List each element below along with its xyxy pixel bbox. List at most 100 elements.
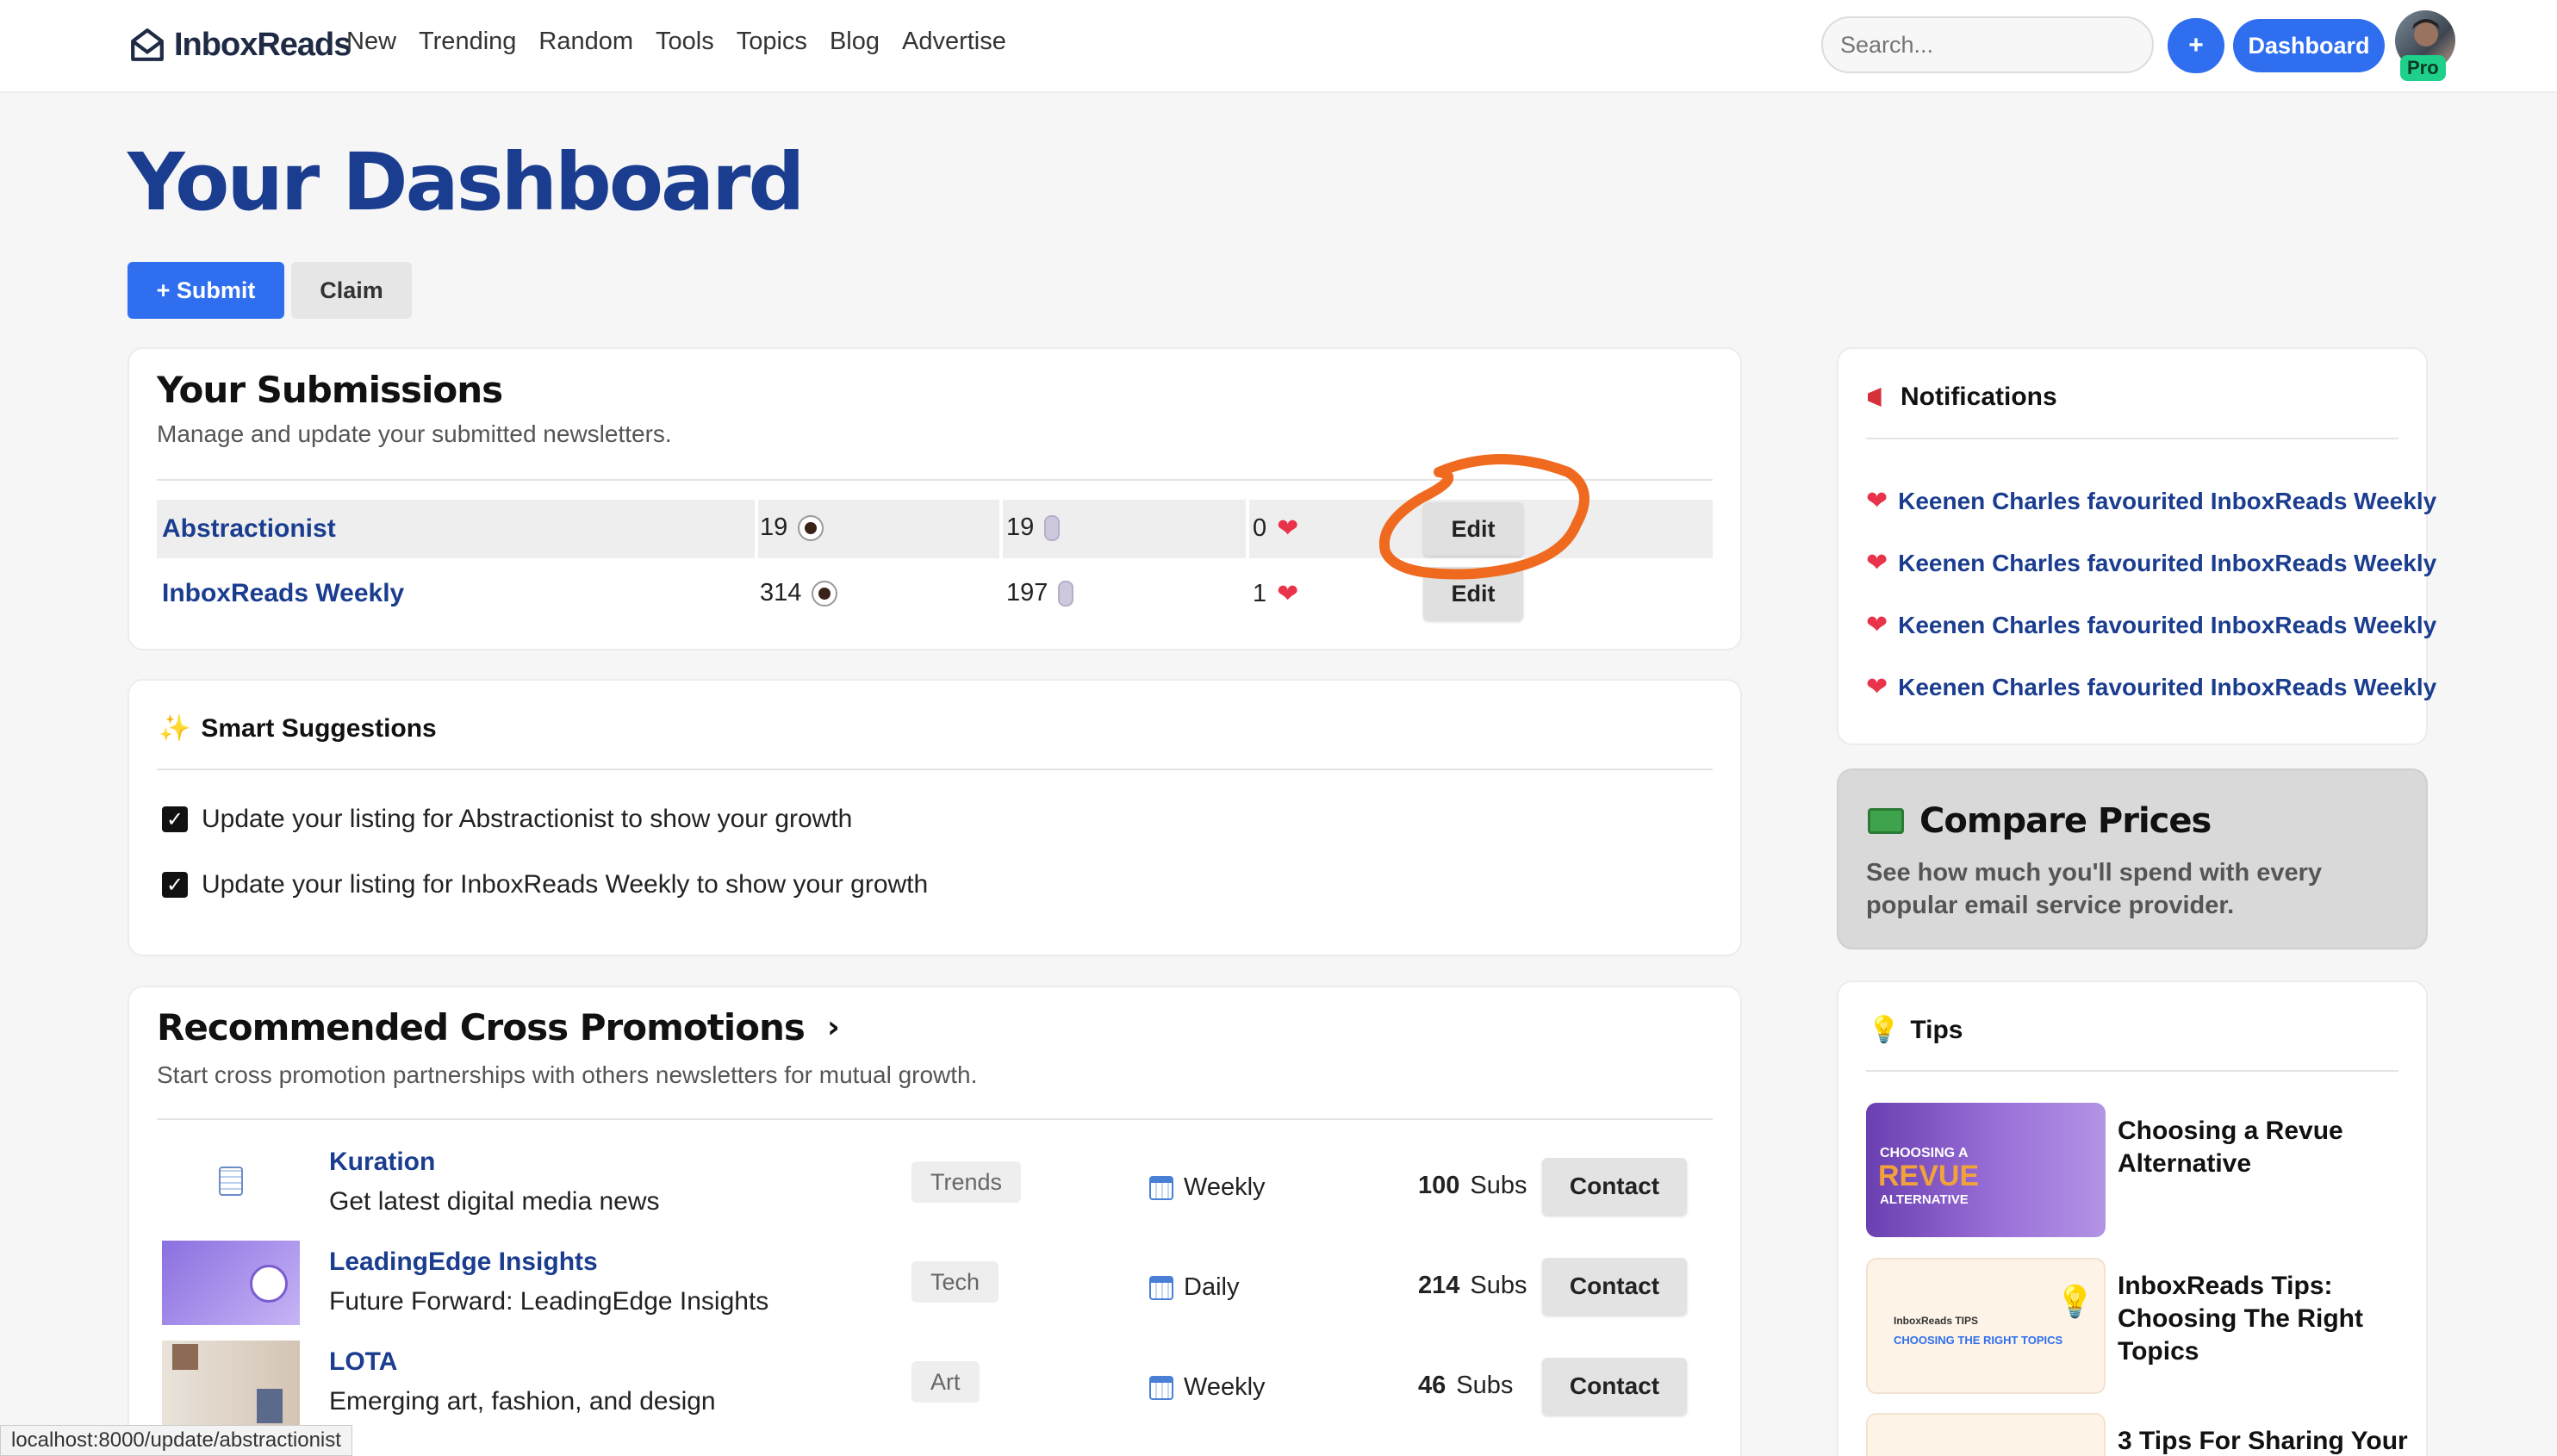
checkbox-checked[interactable]: ✓	[162, 806, 188, 832]
newsletter-name[interactable]: Kuration	[329, 1148, 435, 1177]
submission-link-abstractionist[interactable]: Abstractionist	[162, 514, 336, 544]
nav-link-random[interactable]: Random	[538, 28, 633, 56]
lightbulb-icon: 💡	[1868, 1015, 1901, 1045]
notification-item[interactable]: ❤ Keenen Charles favourited InboxReads We…	[1866, 672, 2436, 702]
tip-thumbnail[interactable]: InboxReads TIPS CHOOSING THE RIGHT TOPIC…	[1866, 1258, 2106, 1394]
compare-prices-title: Compare Prices	[1868, 801, 2212, 841]
suggestion-item: Update your listing for InboxReads Weekl…	[202, 870, 929, 899]
nav-link-trending[interactable]: Trending	[419, 28, 516, 56]
logo[interactable]: InboxReads	[129, 22, 352, 67]
frequency-value: Weekly	[1184, 1373, 1266, 1401]
search-input[interactable]	[1821, 16, 2154, 73]
favourites-count: 1 ❤	[1253, 579, 1298, 609]
divider	[157, 1118, 1713, 1120]
nav-link-advertise[interactable]: Advertise	[902, 28, 1006, 56]
frequency-value: Daily	[1184, 1273, 1240, 1301]
tip-image-text: REVUE	[1878, 1160, 1980, 1192]
subscriber-count: 100 Subs	[1418, 1172, 1527, 1200]
divider	[755, 500, 758, 558]
contact-button[interactable]: Contact	[1542, 1358, 1687, 1415]
divider	[1866, 438, 2398, 439]
clicks-count: 197	[1006, 579, 1074, 607]
clicks-value: 19	[1006, 513, 1035, 541]
tip-title[interactable]: Choosing a Revue Alternative	[2118, 1115, 2411, 1180]
contact-button[interactable]: Contact	[1542, 1158, 1687, 1215]
heart-icon: ❤	[1277, 513, 1299, 544]
mouse-icon	[1058, 580, 1074, 607]
nav-link-tools[interactable]: Tools	[656, 28, 714, 56]
tip-image-text: ALTERNATIVE	[1880, 1192, 1969, 1207]
submission-link-inboxreads-weekly[interactable]: InboxReads Weekly	[162, 579, 404, 608]
submit-button[interactable]: + Submit	[128, 262, 284, 319]
newsletter-description: Emerging art, fashion, and design	[329, 1387, 716, 1416]
topic-tag[interactable]: Art	[911, 1361, 980, 1403]
notification-text: Keenen Charles favourited InboxReads Wee…	[1898, 487, 2437, 514]
sparkles-icon: ✨	[159, 713, 191, 744]
notification-item[interactable]: ❤ Keenen Charles favourited InboxReads We…	[1866, 548, 2436, 578]
contact-button[interactable]: Contact	[1542, 1258, 1687, 1315]
lightbulb-icon: 💡	[2056, 1285, 2094, 1320]
tip-title[interactable]: 3 Tips For Sharing Your	[2118, 1425, 2411, 1456]
compare-prices-title-text: Compare Prices	[1919, 801, 2212, 841]
heart-icon: ❤	[1866, 610, 1888, 640]
nav-link-topics[interactable]: Topics	[737, 28, 807, 56]
notification-text: Keenen Charles favourited InboxReads Wee…	[1898, 673, 2437, 700]
cross-promotions-title[interactable]: Recommended Cross Promotions ›	[157, 1006, 840, 1048]
page-title: Your Dashboard	[128, 136, 805, 228]
divider	[1866, 1070, 2398, 1072]
envelope-icon	[131, 28, 164, 61]
subs-unit: Subs	[1470, 1172, 1527, 1199]
money-icon	[1868, 808, 1904, 834]
topic-tag[interactable]: Tech	[911, 1261, 999, 1303]
views-value: 19	[760, 513, 788, 541]
tip-thumbnail[interactable]	[1866, 1413, 2106, 1456]
chevron-right-icon: ›	[826, 1010, 840, 1045]
megaphone-icon	[1868, 388, 1882, 407]
tip-title[interactable]: InboxReads Tips: Choosing The Right Topi…	[2118, 1270, 2411, 1368]
heart-icon: ❤	[1866, 486, 1888, 516]
subs-unit: Subs	[1470, 1272, 1527, 1299]
tip-image-text: InboxReads TIPS	[1894, 1315, 1979, 1327]
nav-link-blog[interactable]: Blog	[830, 28, 880, 56]
notification-text: Keenen Charles favourited InboxReads Wee…	[1898, 611, 2437, 638]
favourites-value: 1	[1253, 580, 1267, 607]
cross-promotions-title-text: Recommended Cross Promotions	[157, 1006, 806, 1048]
eye-icon	[812, 580, 838, 607]
mouse-icon	[1044, 514, 1061, 541]
frequency: Weekly	[1149, 1173, 1266, 1202]
suggestions-title: ✨ Smart Suggestions	[159, 713, 437, 744]
tip-image-text: CHOOSING THE RIGHT TOPICS	[1894, 1334, 2063, 1347]
newsletter-thumbnail-icon	[219, 1167, 243, 1196]
status-bar-url: localhost:8000/update/abstractionist	[0, 1425, 352, 1456]
subs-value: 46	[1418, 1372, 1446, 1399]
frequency: Weekly	[1149, 1373, 1266, 1402]
subscriber-count: 46 Subs	[1418, 1372, 1513, 1400]
frequency-value: Weekly	[1184, 1173, 1266, 1201]
nav-link-new[interactable]: New	[346, 28, 396, 56]
newsletter-name[interactable]: LeadingEdge Insights	[329, 1248, 598, 1277]
checkbox-checked[interactable]: ✓	[162, 872, 188, 898]
subscriber-count: 214 Subs	[1418, 1272, 1527, 1300]
submissions-title: Your Submissions	[157, 369, 503, 411]
notification-text: Keenen Charles favourited InboxReads Wee…	[1898, 549, 2437, 576]
calendar-icon	[1149, 1375, 1173, 1400]
dashboard-button[interactable]: Dashboard	[2233, 19, 2385, 72]
submissions-subtitle: Manage and update your submitted newslet…	[157, 420, 672, 447]
compare-prices-text: See how much you'll spend with every pop…	[1866, 859, 2323, 919]
add-button[interactable]: +	[2168, 18, 2224, 73]
annotation-circle	[1378, 454, 1590, 580]
notifications-title-text: Notifications	[1901, 383, 2057, 411]
tip-thumbnail[interactable]: CHOOSING A REVUE ALTERNATIVE	[1866, 1103, 2106, 1237]
tips-title: 💡 Tips	[1868, 1015, 1963, 1045]
frequency: Daily	[1149, 1273, 1239, 1302]
divider	[1246, 500, 1249, 558]
tips-title-text: Tips	[1910, 1015, 1963, 1044]
cross-promotions-subtitle: Start cross promotion partnerships with …	[157, 1061, 978, 1088]
heart-icon: ❤	[1277, 579, 1299, 609]
notification-item[interactable]: ❤ Keenen Charles favourited InboxReads We…	[1866, 610, 2436, 640]
suggestion-item: Update your listing for Abstractionist t…	[202, 805, 853, 833]
notification-item[interactable]: ❤ Keenen Charles favourited InboxReads We…	[1866, 486, 2436, 516]
claim-button[interactable]: Claim	[291, 262, 412, 319]
newsletter-name[interactable]: LOTA	[329, 1347, 397, 1377]
topic-tag[interactable]: Trends	[911, 1161, 1022, 1203]
